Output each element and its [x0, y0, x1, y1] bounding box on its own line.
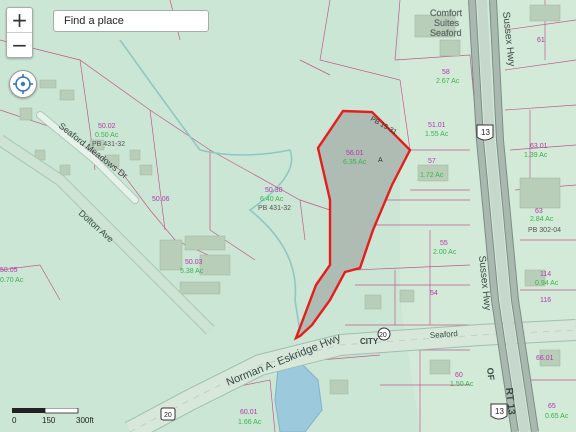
parcel-id: 63.01	[530, 143, 548, 150]
parcel-id: 60.01	[240, 409, 258, 416]
of-label: OF	[485, 367, 496, 381]
zoom-in-button[interactable]: +	[7, 8, 32, 32]
shield-number: 20	[164, 412, 172, 419]
shield-number: 20	[379, 332, 387, 339]
route-shield-13-south: 13	[490, 403, 508, 420]
parcel-id: 50.02	[98, 123, 116, 130]
parcel-id: 50.30	[265, 187, 283, 194]
parcel-ref: PB 431-32	[258, 205, 291, 212]
locate-button[interactable]	[9, 70, 37, 98]
parcel-id: 66.01	[536, 355, 554, 362]
parcel-id: 50.03	[185, 259, 203, 266]
poi-line: Comfort	[430, 8, 463, 18]
parcel-acres: 0.94 Ac	[535, 280, 559, 287]
parcel-id: 55	[440, 240, 448, 247]
map-canvas[interactable]: 56.01 6.35 Ac A PB 15-31 50.02 0.50 Ac P…	[0, 0, 576, 432]
subject-parcel-acres: 6.35 Ac	[343, 159, 367, 166]
parcel-acres: 5.38 Ac	[180, 268, 204, 275]
parcel-acres: 2.00 Ac	[433, 249, 457, 256]
parcel-acres: 6.40 Ac	[260, 196, 284, 203]
scale-tick: 0	[12, 416, 17, 425]
route-shield-13-north: 13	[476, 124, 494, 141]
parcel-acres: 0.65 Ac	[545, 413, 569, 420]
zoom-controls: + −	[6, 7, 33, 58]
city-label: CITY	[360, 337, 379, 346]
parcel-id: 50.05	[0, 267, 18, 274]
map-view[interactable]: 56.01 6.35 Ac A PB 15-31 50.02 0.50 Ac P…	[0, 0, 576, 432]
scale-tick: 300ft	[76, 416, 95, 425]
parcel-acres: 1.72 Ac	[420, 172, 444, 179]
parcel-acres: 1.55 Ac	[425, 131, 449, 138]
shield-number: 13	[481, 128, 490, 137]
route-shield-20-west: 20	[160, 407, 176, 421]
poi-line: Seaford	[430, 28, 462, 38]
zoom-out-button[interactable]: −	[7, 32, 32, 57]
parcel-id: 114	[540, 271, 551, 278]
parcel-id: 57	[428, 158, 436, 165]
search-box[interactable]	[53, 10, 209, 32]
subject-parcel-id: 56.01	[346, 150, 364, 157]
parcel-id: 51.01	[428, 122, 446, 129]
locate-crosshair-icon	[13, 74, 33, 94]
scale-tick: 150	[42, 416, 56, 425]
parcel-acres: 2.67 Ac	[436, 78, 460, 85]
parcel-id: 60	[455, 372, 463, 379]
parcel-id: 65	[548, 403, 556, 410]
parcel-acres: 0.50 Ac	[95, 132, 119, 139]
parcel-id: 63	[535, 208, 543, 215]
scale-bar: 0 150 300ft	[12, 408, 95, 425]
subject-parcel-mark: A	[378, 157, 383, 164]
parcel-acres: 2.84 Ac	[530, 216, 554, 223]
search-input[interactable]	[64, 11, 198, 31]
parcel-ref: PB 302-04	[528, 227, 561, 234]
poi-comfort-suites[interactable]: Comfort Suites Seaford	[430, 8, 463, 38]
shield-number: 13	[495, 407, 504, 416]
parcel-id: 54	[430, 290, 438, 297]
poi-line: Suites	[434, 18, 460, 28]
parcel-acres: 1.50 Ac	[450, 381, 474, 388]
parcel-id: 61	[537, 37, 545, 44]
parcel-acres: 1.66 Ac	[238, 419, 262, 426]
route-shield-20-east: 20	[377, 327, 391, 341]
parcel-id: 116	[540, 297, 551, 304]
parcel-acres: 0.70 Ac	[0, 277, 24, 284]
parcel-id: 58	[442, 69, 450, 76]
parcel-acres: 1.39 Ac	[524, 152, 548, 159]
parcel-id: 50.06	[152, 196, 170, 203]
